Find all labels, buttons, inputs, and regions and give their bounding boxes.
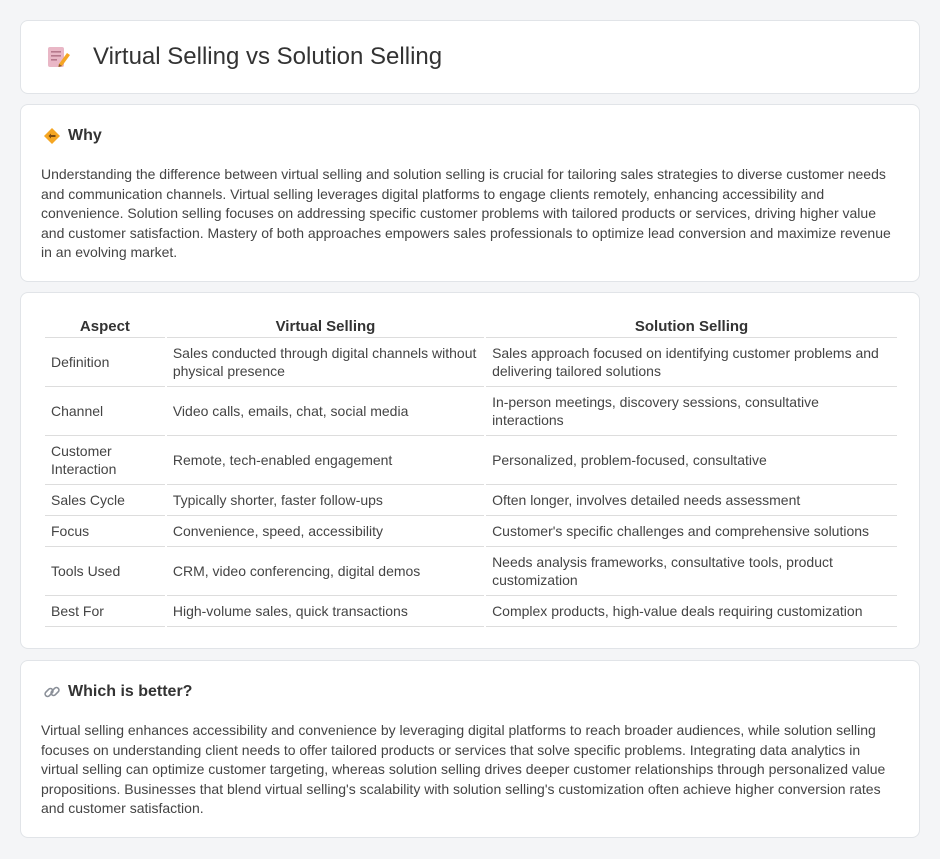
header-aspect: Aspect [45, 315, 165, 338]
why-heading: Why [68, 127, 102, 144]
better-text: Virtual selling enhances accessibility a… [41, 722, 886, 816]
header-solution-selling: Solution Selling [486, 315, 897, 338]
cell-aspect: Focus [45, 516, 165, 547]
cell-solution: Often longer, involves detailed needs as… [486, 485, 897, 516]
table-row: Best For High-volume sales, quick transa… [45, 596, 897, 627]
document-pencil-icon [48, 47, 70, 67]
cell-aspect: Sales Cycle [45, 485, 165, 516]
table-row: Customer Interaction Remote, tech-enable… [45, 436, 897, 485]
table-row: Channel Video calls, emails, chat, socia… [45, 387, 897, 436]
cell-aspect: Channel [45, 387, 165, 436]
table-row: Tools Used CRM, video conferencing, digi… [45, 547, 897, 596]
cell-virtual: Sales conducted through digital channels… [166, 338, 485, 387]
page-title: Virtual Selling vs Solution Selling [93, 43, 443, 70]
which-is-better-section: Which is better? Virtual selling enhance… [20, 660, 920, 838]
why-header: Why [43, 127, 102, 145]
cell-aspect: Best For [45, 596, 165, 627]
cell-solution: Complex products, high-value deals requi… [486, 596, 897, 627]
link-icon [44, 686, 60, 698]
cell-virtual: Video calls, emails, chat, social media [166, 387, 485, 436]
better-header: Which is better? [43, 683, 192, 701]
title-row: Virtual Selling vs Solution Selling [21, 21, 919, 93]
why-text: Understanding the difference between vir… [41, 166, 891, 260]
cell-virtual: CRM, video conferencing, digital demos [166, 547, 485, 596]
better-heading: Which is better? [68, 683, 193, 700]
table-row: Definition Sales conducted through digit… [45, 338, 897, 387]
table-header-row: Aspect Virtual Selling Solution Selling [45, 315, 897, 338]
comparison-table: Aspect Virtual Selling Solution Selling … [43, 315, 899, 627]
header-virtual-selling: Virtual Selling [166, 315, 485, 338]
cell-virtual: Typically shorter, faster follow-ups [166, 485, 485, 516]
why-section: Why Understanding the difference between… [20, 104, 920, 282]
table-row: Focus Convenience, speed, accessibility … [45, 516, 897, 547]
cell-virtual: Convenience, speed, accessibility [166, 516, 485, 547]
cell-solution: In-person meetings, discovery sessions, … [486, 387, 897, 436]
table-row: Sales Cycle Typically shorter, faster fo… [45, 485, 897, 516]
comparison-section: Aspect Virtual Selling Solution Selling … [20, 292, 920, 649]
cell-solution: Needs analysis frameworks, consultative … [486, 547, 897, 596]
cell-aspect: Definition [45, 338, 165, 387]
cell-solution: Customer's specific challenges and compr… [486, 516, 897, 547]
cell-virtual: Remote, tech-enabled engagement [166, 436, 485, 485]
cell-virtual: High-volume sales, quick transactions [166, 596, 485, 627]
cell-solution: Personalized, problem-focused, consultat… [486, 436, 897, 485]
cell-aspect: Customer Interaction [45, 436, 165, 485]
diamond-sign-icon [44, 128, 60, 144]
cell-solution: Sales approach focused on identifying cu… [486, 338, 897, 387]
cell-aspect: Tools Used [45, 547, 165, 596]
title-card: Virtual Selling vs Solution Selling [20, 20, 920, 94]
